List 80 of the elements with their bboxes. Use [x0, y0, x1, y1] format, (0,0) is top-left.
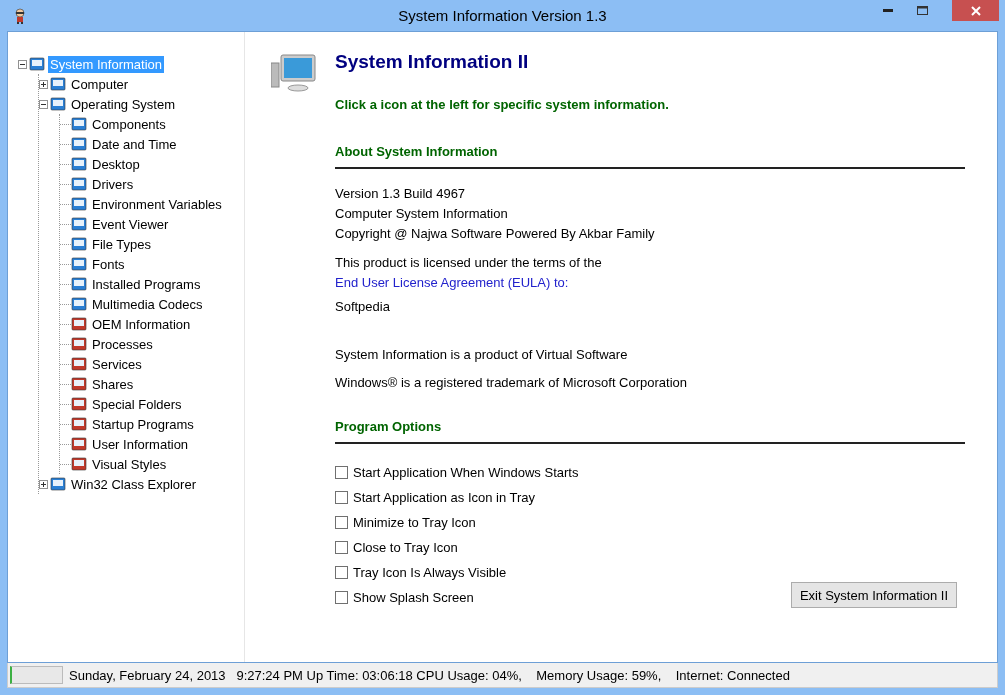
tree-item[interactable]: Fonts: [90, 255, 127, 273]
node-icon: [71, 436, 87, 452]
tree-item[interactable]: Shares: [90, 375, 136, 393]
licensee-text: Softpedia: [335, 298, 391, 316]
checkbox[interactable]: [335, 541, 348, 554]
info-text: System Information is a product of Virtual Software: [335, 346, 629, 364]
collapse-icon[interactable]: [39, 99, 48, 109]
node-icon: [71, 256, 87, 272]
node-icon: [71, 156, 87, 172]
exit-button[interactable]: Exit System Information II: [790, 582, 957, 608]
node-icon: [71, 276, 87, 292]
tree-item[interactable]: User Information: [90, 435, 191, 453]
expand-icon[interactable]: [39, 479, 48, 489]
checkbox[interactable]: [335, 591, 348, 604]
tree-item[interactable]: Components: [90, 115, 168, 133]
tree-item[interactable]: Date and Time: [90, 135, 179, 153]
hint-text: Click a icon at the left for specific system information.: [335, 97, 669, 112]
node-icon: [50, 76, 66, 92]
tree-item[interactable]: Operating System: [69, 95, 178, 113]
node-icon: [50, 96, 66, 112]
tree-item[interactable]: Visual Styles: [90, 455, 169, 473]
info-text: Version 1.3 Build 4967: [335, 185, 467, 203]
license-text: This product is licensed under the terms of the: [335, 254, 603, 272]
checkbox[interactable]: [335, 466, 348, 479]
tree-item[interactable]: Special Folders: [90, 395, 184, 413]
node-icon: [71, 316, 87, 332]
node-icon: [71, 376, 87, 392]
status-indicator: [10, 666, 63, 684]
computer-monitor-icon: [271, 53, 317, 93]
checkbox[interactable]: [335, 566, 348, 579]
license-link[interactable]: End User License Agreement (EULA) to:: [335, 273, 569, 293]
tree-item[interactable]: File Types: [90, 235, 153, 253]
window-title: System Information Version 1.3: [398, 7, 607, 24]
maximize-icon[interactable]: [917, 6, 928, 15]
tree-item[interactable]: Win32 Class Explorer: [69, 475, 198, 493]
node-icon: [71, 336, 87, 352]
section-heading: About System Information: [335, 144, 965, 169]
tree-item[interactable]: Computer: [69, 75, 131, 93]
node-icon: [71, 416, 87, 432]
node-icon: [71, 296, 87, 312]
checkbox-label: Close to Tray Icon: [353, 540, 458, 555]
checkbox-label: Minimize to Tray Icon: [353, 515, 476, 530]
tree-item[interactable]: Drivers: [90, 175, 136, 193]
expand-icon[interactable]: [39, 79, 48, 89]
collapse-icon[interactable]: [18, 59, 27, 69]
tree-item[interactable]: Services: [90, 355, 144, 373]
close-icon: [970, 5, 981, 16]
tree-item[interactable]: Environment Variables: [90, 195, 224, 213]
tree-item[interactable]: Startup Programs: [90, 415, 196, 433]
tree-item[interactable]: OEM Information: [90, 315, 193, 333]
node-icon: [71, 136, 87, 152]
info-text: Windows® is a registered trademark of Microsoft Corporation: [335, 374, 689, 392]
tree-item[interactable]: Desktop: [90, 155, 142, 173]
status-text: Sunday, February 24, 2013 9:27:24 PM Up Time: 03:06:18 CPU Usage: 04%, Memory Usage: 59%, Internet: Connected: [69, 667, 790, 683]
checkbox-label: Tray Icon Is Always Visible: [353, 565, 507, 580]
node-icon: [71, 396, 87, 412]
node-icon: [71, 456, 87, 472]
checkbox-label: Start Application as Icon in Tray: [353, 490, 536, 505]
node-icon: [71, 176, 87, 192]
info-text: Copyright @ Najwa Software Powered By Akbar Family: [335, 225, 656, 243]
info-text: Computer System Information: [335, 205, 509, 223]
checkbox[interactable]: [335, 516, 348, 529]
node-icon: [29, 56, 45, 72]
page-heading: System Information II: [335, 51, 530, 73]
tree-item[interactable]: Multimedia Codecs: [90, 295, 205, 313]
node-icon: [71, 356, 87, 372]
checkbox-label: Start Application When Windows Starts: [353, 465, 579, 480]
cartoon-person-icon: [13, 7, 27, 24]
node-icon: [71, 196, 87, 212]
node-icon: [71, 236, 87, 252]
close-button[interactable]: [952, 0, 999, 21]
checkbox[interactable]: [335, 491, 348, 504]
node-icon: [50, 476, 66, 492]
node-icon: [71, 216, 87, 232]
checkbox-label: Show Splash Screen: [353, 590, 474, 605]
node-icon: [71, 116, 87, 132]
tree-item[interactable]: Event Viewer: [90, 215, 171, 233]
tree-item[interactable]: Installed Programs: [90, 275, 203, 293]
tree-item[interactable]: Processes: [90, 335, 155, 353]
section-heading: Program Options: [335, 419, 965, 444]
